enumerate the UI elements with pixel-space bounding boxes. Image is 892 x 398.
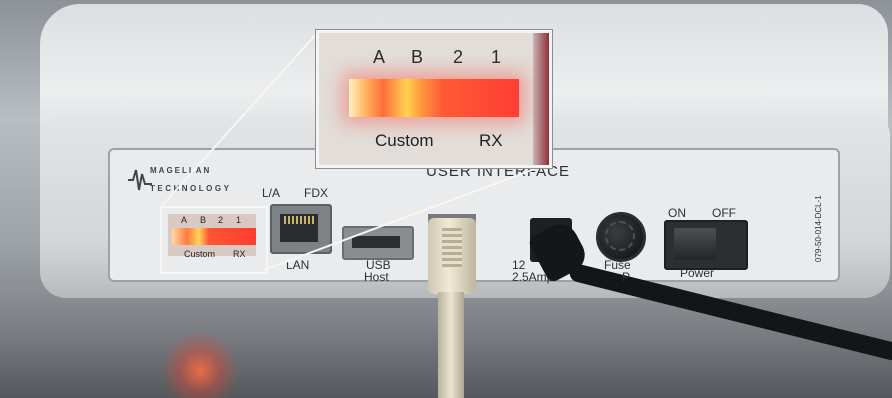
- led-bar-zoomed: [349, 79, 519, 117]
- channel-b-label: B: [411, 47, 424, 67]
- channel-1-label: 1: [491, 47, 502, 67]
- caption-rx: RX: [479, 131, 503, 150]
- caption-custom: Custom: [375, 131, 434, 150]
- channel-2-label: 2: [453, 47, 464, 67]
- photo-scene: MAGELLAN TECHNOLOGY USER INTERFACE A B 2…: [0, 0, 892, 398]
- zoomed-led-inset: A B 2 1 Custom RX: [316, 30, 552, 168]
- channel-a-label: A: [373, 47, 386, 67]
- zoom-edge-shadow: [533, 33, 549, 165]
